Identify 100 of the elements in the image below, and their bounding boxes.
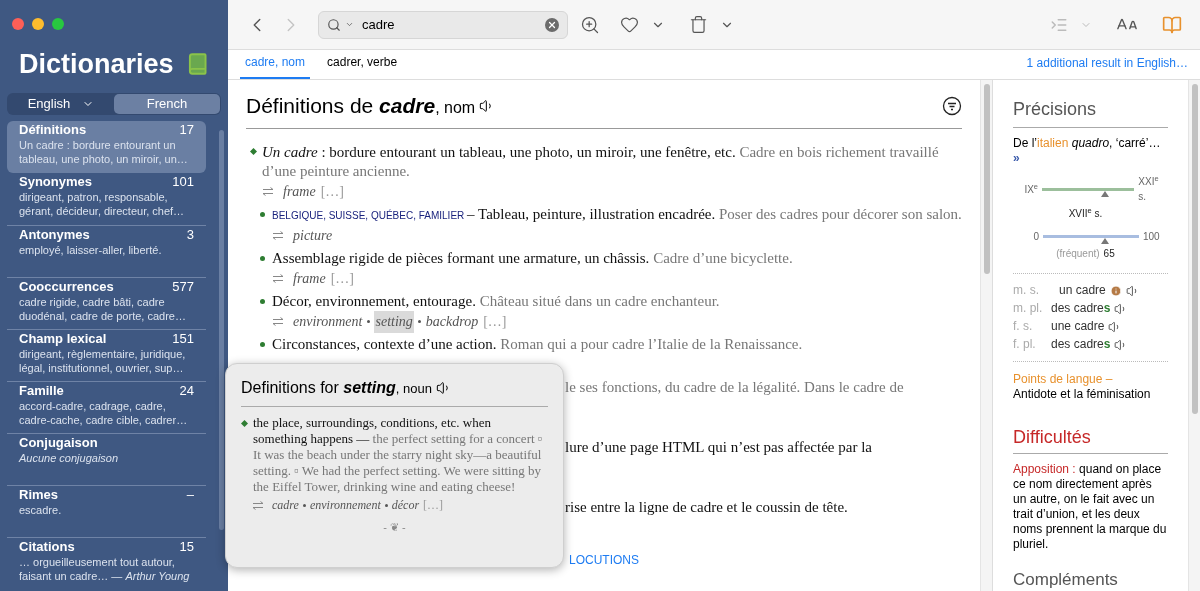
- definition-text: BELGIQUE, SUISSE, QUÉBEC, FAMILIER – Tableau, peinture, illustration encadrée. Poser des cadres pour décorer son salon.: [272, 204, 962, 224]
- definition-text: Décor, environnement, entourage. Château situé dans un cadre enchanteur.: [272, 291, 720, 311]
- item-title: Champ lexical: [19, 330, 107, 347]
- item-title: Famille: [19, 382, 64, 399]
- search-icon: [327, 17, 341, 32]
- translation-link[interactable]: frame: [292, 267, 327, 290]
- item-preview: … orgueilleusement tout autour, faisant un cadre… — Arthur Young: [19, 554, 191, 583]
- item-preview: Aucune conjugaison: [19, 450, 120, 465]
- etymology-text: De l’italien quadro, ‘carré’… »: [1013, 136, 1162, 166]
- item-title: Rimes: [19, 486, 59, 503]
- item-count: 24: [179, 382, 194, 399]
- bullet-icon: [260, 298, 265, 304]
- scale-value: 65: [1103, 247, 1115, 261]
- scale-caption: (fréquent): [1056, 247, 1100, 261]
- scrollbar[interactable]: [1188, 80, 1200, 591]
- diamond-bullet-icon: [250, 147, 257, 155]
- translation-link[interactable]: décor: [391, 495, 420, 515]
- sidebar-item[interactable]: Synonymes 101 dirigeant, patron, responsable, gérant, décideur, directeur, chef…: [7, 172, 206, 225]
- filter-icon[interactable]: [942, 95, 962, 116]
- zoom-in-icon[interactable]: [580, 14, 600, 35]
- section-heading: Compléments: [1013, 570, 1119, 590]
- definition-text: Un cadre : bordure entourant un tableau, une photo, un miroir, une fenêtre, etc. Cadre en bois richement travaillé d’une peinture ancienne.: [262, 142, 940, 181]
- scale-end-label: 100: [1143, 230, 1160, 244]
- translation-link[interactable]: backdrop: [424, 310, 480, 333]
- item-title: Synonymes: [19, 173, 92, 190]
- section-heading: Précisions: [1013, 96, 1168, 128]
- item-count: 17: [179, 121, 194, 138]
- bullet-icon: [260, 255, 265, 261]
- form-label: f. s.: [1013, 318, 1034, 335]
- popover-title: Definitions for setting, noun: [241, 378, 432, 398]
- item-count: 15: [179, 538, 194, 555]
- translation-link[interactable]: environment: [292, 310, 364, 333]
- ornament: - ❦ -: [383, 520, 406, 535]
- search-field[interactable]: cadre: [318, 10, 568, 39]
- sidebar-item[interactable]: Définitions 17 Un cadre : bordure entourant un tableau, une photo, un miroir, un…: [7, 120, 206, 173]
- chevron-icon: [345, 20, 354, 29]
- entry-tab[interactable]: cadre, nom: [240, 53, 311, 79]
- word-form: un cadre: [1059, 282, 1106, 299]
- item-preview: escadre.: [19, 502, 63, 517]
- sidebar-item[interactable]: Rimes – escadre.: [7, 484, 206, 537]
- sidebar-item[interactable]: Champ lexical 151 dirigeant, règlementaire, juridique, légal, institutionnel, ouvrier, sup…: [7, 328, 206, 381]
- word-form: des cadres: [1051, 336, 1111, 353]
- item-count: 3: [186, 226, 194, 243]
- definition-text: rise entre la ligne de cadre et le coussin de tête.: [565, 497, 849, 517]
- item-preview: dirigeant, patron, responsable, gérant, décideur, directeur, chef…: [19, 189, 186, 218]
- sidebar-item[interactable]: Conjugaison Aucune conjugaison: [7, 432, 206, 485]
- scale-end-label: XXI$^{e}$ s.: [1138, 174, 1160, 204]
- item-preview: dirigeant, règlementaire, juridique, légal, institutionnel, ouvrier, sup…: [19, 346, 187, 375]
- definition-text: le ses fonctions, du cadre de la légalité. Dans le cadre de: [565, 377, 905, 397]
- sidebar-item[interactable]: Antonymes 3 employé, laisser-aller, liberté.: [7, 224, 206, 277]
- definition-text: lure d’une page HTML qui n’est pas affectée par la: [565, 437, 873, 457]
- sidebar-title: Dictionaries: [19, 48, 174, 81]
- scrollbar[interactable]: [219, 130, 224, 530]
- item-title: Citations: [19, 538, 75, 555]
- locutions-link[interactable]: LOCUTIONS: [569, 550, 639, 569]
- language-tab[interactable]: French: [114, 93, 220, 114]
- translation-link[interactable]: picture: [292, 224, 334, 247]
- translation-link[interactable]: cadre: [272, 495, 299, 515]
- word-form: des cadres: [1051, 300, 1111, 317]
- sidebar-item[interactable]: Citations 15 … orgueilleusement tout autour, faisant un cadre… — Arthur Young: [7, 536, 206, 589]
- translation-link[interactable]: setting: [374, 310, 414, 333]
- item-preview: accord-cadre, cadrage, cadre, cadre-cache, cadre cible, cadrer…: [19, 398, 189, 427]
- bullet-icon: [260, 211, 265, 217]
- form-label: m. pl.: [1013, 300, 1044, 317]
- article-title: Définitions de cadre, nom: [246, 93, 476, 119]
- item-preview: Un cadre : bordure entourant un tableau, une photo, un miroir, un…: [19, 137, 189, 166]
- sidebar-item[interactable]: Cooccurrences 577 cadre rigide, cadre bâti, cadre duodénal, cadre de porte, cadre…: [7, 276, 206, 329]
- info-icon[interactable]: [1109, 284, 1122, 297]
- word-form: une cadre: [1051, 318, 1105, 335]
- item-count: 151: [172, 330, 194, 347]
- item-title: Antonymes: [19, 226, 90, 243]
- language-tab[interactable]: English: [8, 93, 114, 114]
- bin-icon[interactable]: [689, 15, 708, 34]
- scrollbar[interactable]: [980, 80, 992, 591]
- item-title: Cooccurrences: [19, 278, 114, 295]
- translation-link[interactable]: environnement: [309, 495, 381, 515]
- translation-link[interactable]: frame: [282, 180, 317, 203]
- form-label: m. s.: [1013, 282, 1040, 299]
- swap-icon: [272, 231, 284, 240]
- heart-icon[interactable]: [620, 15, 639, 34]
- clear-icon[interactable]: [545, 17, 559, 32]
- item-count: 101: [172, 173, 194, 190]
- additional-result-link[interactable]: 1 additional result in English…: [1026, 54, 1188, 79]
- entry-tab[interactable]: cadrer, verbe: [322, 53, 403, 79]
- diamond-bullet-icon: [241, 420, 248, 427]
- definition-text: Circonstances, contexte d’une action. Roman qui a pour cadre l’Italie de la Renaissance.: [272, 334, 803, 354]
- swap-icon: [262, 187, 274, 196]
- section-heading: Difficultés: [1013, 424, 1168, 454]
- item-title: Conjugaison: [19, 434, 98, 451]
- item-preview: cadre rigide, cadre bâti, cadre duodénal, cadre de porte, cadre…: [19, 294, 187, 323]
- item-count: –: [186, 486, 194, 503]
- item-count: 577: [172, 278, 194, 295]
- note-text: Antidote et la féminisation: [1013, 387, 1152, 402]
- sidebar-item[interactable]: Famille 24 accord-cadre, cadrage, cadre, cadre-cache, cadre cible, cadrer…: [7, 380, 206, 433]
- minimize-window-icon[interactable]: [32, 18, 44, 30]
- bullet-icon: [260, 341, 265, 347]
- definition-text: Assemblage rigide de pièces formant une armature, un châssis. Cadre d’une bicyclette.: [272, 248, 793, 268]
- zoom-window-icon[interactable]: [52, 18, 64, 30]
- swap-icon: [272, 317, 284, 326]
- form-label: f. pl.: [1013, 336, 1037, 353]
